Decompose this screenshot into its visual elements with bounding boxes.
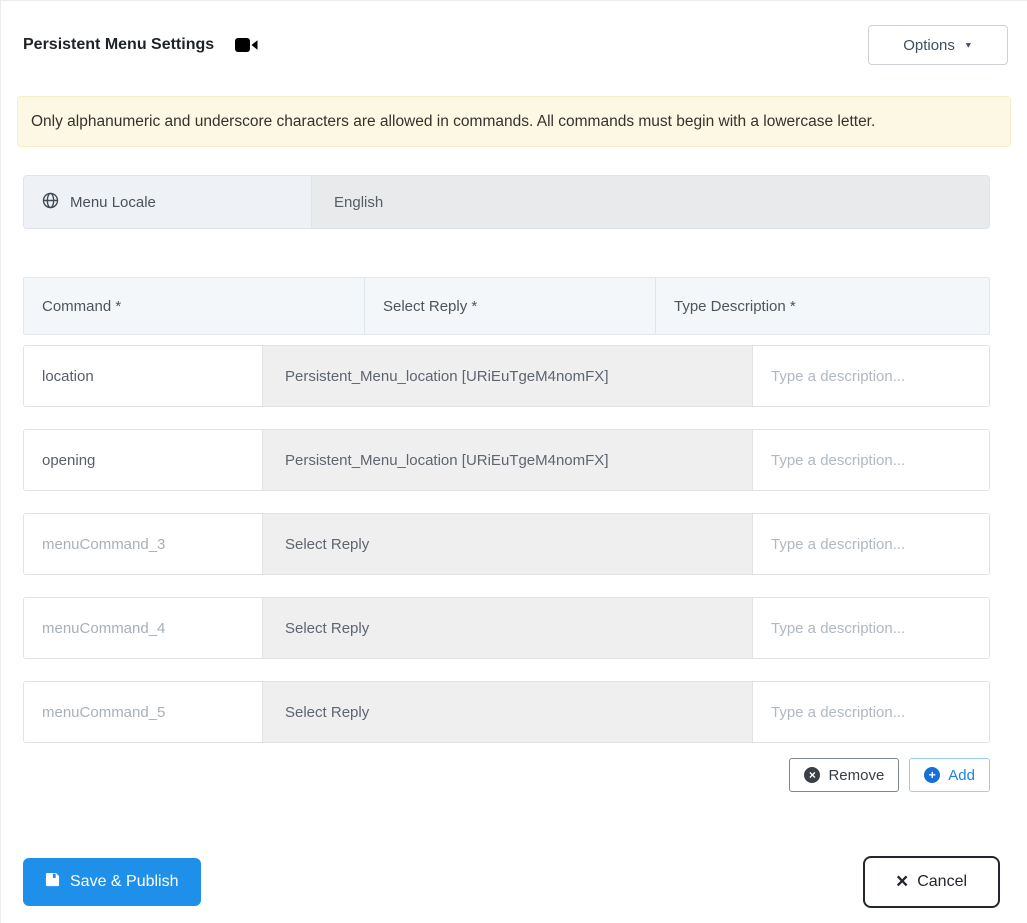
table-row: Persistent_Menu_location [URiEuTgeM4nomF…	[23, 429, 990, 491]
table-header-row: Command * Select Reply * Type Descriptio…	[23, 277, 990, 335]
warning-alert: Only alphanumeric and underscore charact…	[17, 96, 1011, 147]
reply-select[interactable]: Persistent_Menu_location [URiEuTgeM4nomF…	[263, 346, 753, 406]
remove-button-label: Remove	[828, 766, 885, 784]
table-row: Select Reply	[23, 681, 990, 743]
remove-button[interactable]: × Remove	[789, 758, 900, 792]
menu-locale-label: Menu Locale	[24, 176, 312, 228]
caret-down-icon: ▼	[963, 40, 973, 49]
save-publish-button[interactable]: Save & Publish	[23, 858, 201, 906]
close-icon: ×	[895, 869, 909, 893]
menu-locale-label-text: Menu Locale	[70, 193, 156, 211]
video-camera-icon	[235, 36, 259, 54]
description-input[interactable]	[753, 514, 989, 574]
description-input[interactable]	[753, 346, 989, 406]
add-circle-icon: +	[924, 767, 941, 783]
row-actions: × Remove + Add	[23, 758, 990, 792]
save-icon	[45, 872, 60, 892]
card-header: Persistent Menu Settings Options ▼	[1, 25, 1027, 65]
cancel-button[interactable]: × Cancel	[863, 856, 1000, 908]
table-header-description: Type Description *	[655, 278, 989, 334]
command-input[interactable]	[24, 430, 262, 490]
table-row: Select Reply	[23, 597, 990, 659]
remove-circle-icon: ×	[804, 767, 821, 783]
table-header-reply: Select Reply *	[364, 278, 655, 334]
command-input[interactable]	[24, 346, 262, 406]
description-input[interactable]	[753, 598, 989, 658]
save-publish-label: Save & Publish	[70, 873, 179, 890]
reply-select[interactable]: Select Reply	[263, 682, 753, 742]
add-button[interactable]: + Add	[909, 758, 990, 792]
options-button-label: Options	[903, 36, 955, 54]
cancel-label: Cancel	[917, 873, 968, 890]
persistent-menu-settings-card: Persistent Menu Settings Options ▼ Only …	[0, 0, 1027, 923]
add-button-label: Add	[948, 766, 975, 784]
globe-icon	[42, 192, 59, 213]
command-input[interactable]	[24, 598, 262, 658]
reply-select[interactable]: Select Reply	[263, 514, 753, 574]
command-input[interactable]	[24, 682, 262, 742]
command-input[interactable]	[24, 514, 262, 574]
options-button[interactable]: Options ▼	[868, 25, 1008, 65]
table-row: Select Reply	[23, 513, 990, 575]
reply-select[interactable]: Persistent_Menu_location [URiEuTgeM4nomF…	[263, 430, 753, 490]
card-footer: Save & Publish × Cancel	[1, 856, 1027, 908]
description-input[interactable]	[753, 430, 989, 490]
menu-locale-row: Menu Locale English	[23, 175, 990, 229]
page-title: Persistent Menu Settings	[23, 36, 215, 53]
menu-locale-value[interactable]: English	[312, 176, 989, 228]
table-row: Persistent_Menu_location [URiEuTgeM4nomF…	[23, 345, 990, 407]
reply-select[interactable]: Select Reply	[263, 598, 753, 658]
description-input[interactable]	[753, 682, 989, 742]
table-header-command: Command *	[42, 297, 122, 315]
